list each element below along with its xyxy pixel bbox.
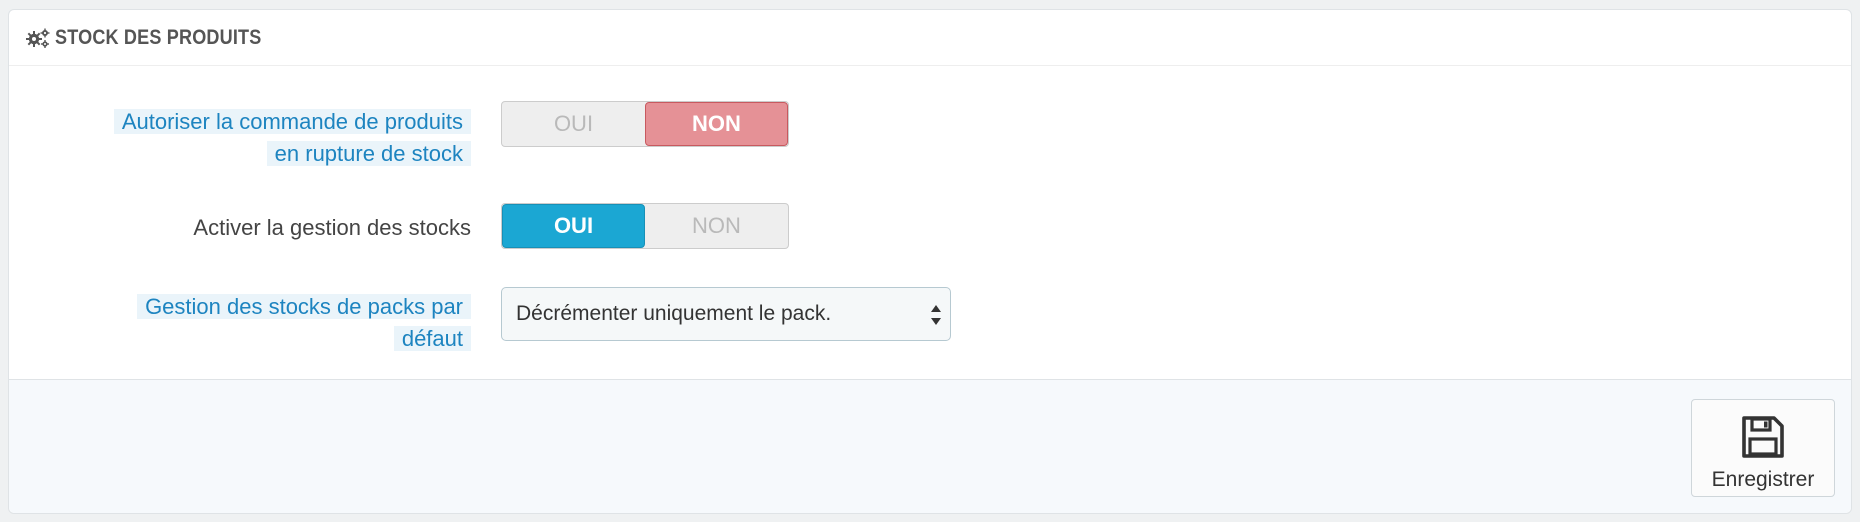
panel-footer: Enregistrer: [9, 379, 1851, 513]
stock-management-label: Activer la gestion des stocks: [193, 215, 471, 240]
floppy-disk-icon: [1742, 416, 1784, 458]
allow-oos-yes-option[interactable]: OUI: [502, 102, 645, 146]
pack-stock-label-line2: défaut: [393, 326, 471, 351]
select-arrows-icon: [931, 305, 941, 325]
panel-title: STOCK DES PRODUITS: [55, 25, 262, 49]
stock-panel: STOCK DES PRODUITS Autoriser la commande…: [8, 9, 1852, 514]
allow-oos-switch[interactable]: OUI NON: [501, 101, 789, 147]
allow-oos-label-line2: en rupture de stock: [266, 141, 471, 166]
allow-oos-label[interactable]: Autoriser la commande de produits en rup…: [113, 106, 471, 170]
pack-stock-selected-value: Décrémenter uniquement le pack.: [516, 302, 832, 325]
stock-management-switch[interactable]: OUI NON: [501, 203, 789, 249]
pack-stock-label[interactable]: Gestion des stocks de packs par défaut: [137, 291, 471, 355]
pack-stock-label-line1: Gestion des stocks de packs par: [137, 294, 471, 319]
panel-heading: STOCK DES PRODUITS: [9, 10, 1851, 66]
pack-stock-select[interactable]: Décrémenter uniquement le pack.: [501, 287, 951, 341]
gears-icon: [26, 28, 50, 48]
stock-management-no-option[interactable]: NON: [645, 204, 788, 248]
save-button-label: Enregistrer: [1711, 468, 1815, 491]
allow-oos-no-option[interactable]: NON: [645, 102, 788, 146]
allow-oos-label-line1: Autoriser la commande de produits: [113, 109, 471, 134]
save-button[interactable]: Enregistrer: [1691, 399, 1835, 497]
stock-management-yes-option[interactable]: OUI: [502, 204, 645, 248]
